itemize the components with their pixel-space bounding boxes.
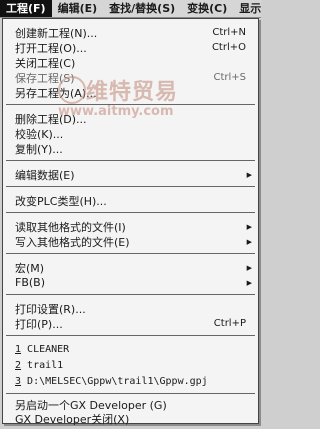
menu-item-read-other-format[interactable]: 读取其他格式的文件(I) ▶ [3, 219, 258, 234]
menu-item-label: 校验(K)... [15, 127, 64, 141]
menu-separator [6, 253, 255, 254]
menu-separator [6, 393, 255, 394]
menu-convert[interactable]: 变换(C) [181, 0, 233, 17]
menu-item-recent-1[interactable]: 1 CLEANER [3, 342, 258, 357]
menu-item-recent-2[interactable]: 2 trail1 [3, 358, 258, 373]
menu-item-label: GX Developer关闭(X) [15, 412, 130, 426]
menu-item-label: 读取其他格式的文件(I) [15, 220, 126, 234]
menu-item-save-as[interactable]: 另存工程为(A)... [3, 85, 258, 100]
submenu-arrow-icon: ▶ [246, 222, 252, 231]
submenu-arrow-icon: ▶ [246, 278, 252, 287]
recent-file-label: 3 D:\MELSEC\Gppw\trail1\Gppw.gpj [15, 376, 208, 387]
menu-item-print[interactable]: 打印(P)... Ctrl+P [3, 316, 258, 331]
menu-item-label: 打印设置(R)... [15, 302, 86, 316]
menu-item-label: FB(B) [15, 276, 46, 289]
menu-item-label: 删除工程(D)... [15, 112, 87, 126]
menu-item-save-project[interactable]: 保存工程(S) Ctrl+S [3, 70, 258, 85]
submenu-arrow-icon: ▶ [246, 263, 252, 272]
submenu-arrow-icon: ▶ [246, 237, 252, 246]
menu-item-shortcut: Ctrl+O [211, 42, 246, 53]
menu-bar: 工程(F) 编辑(E) 查找/替换(S) 变换(C) 显示 [0, 0, 261, 18]
menu-item-close-project[interactable]: 关闭工程(C) [3, 55, 258, 70]
menu-item-open-project[interactable]: 打开工程(O)... Ctrl+O [3, 40, 258, 55]
menu-item-shortcut: Ctrl+S [213, 72, 246, 83]
menu-item-label: 改变PLC类型(H)... [15, 194, 107, 208]
menu-item-copy[interactable]: 复制(Y)... [3, 141, 258, 156]
menu-view[interactable]: 显示 [233, 0, 261, 17]
menu-item-exit[interactable]: GX Developer关闭(X) [3, 411, 258, 426]
menu-item-print-setup[interactable]: 打印设置(R)... [3, 301, 258, 316]
menu-separator [6, 294, 255, 295]
submenu-arrow-icon: ▶ [246, 170, 252, 179]
menu-item-label: 打开工程(O)... [15, 41, 87, 55]
menu-item-shortcut: Ctrl+P [213, 318, 246, 329]
menu-item-label: 另存工程为(A)... [15, 86, 97, 100]
menu-item-label: 打印(P)... [15, 317, 63, 331]
menu-item-verify[interactable]: 校验(K)... [3, 126, 258, 141]
menu-item-label: 写入其他格式的文件(E) [15, 235, 130, 249]
menu-item-macro[interactable]: 宏(M) ▶ [3, 260, 258, 275]
menu-item-label: 编辑数据(E) [15, 168, 75, 182]
menu-item-edit-data[interactable]: 编辑数据(E) ▶ [3, 167, 258, 182]
menu-item-delete-project[interactable]: 删除工程(D)... [3, 111, 258, 126]
menu-item-label: 复制(Y)... [15, 142, 63, 156]
menu-item-shortcut: Ctrl+N [212, 27, 246, 38]
menu-separator [6, 104, 255, 105]
menu-separator [6, 212, 255, 213]
menu-item-fb[interactable]: FB(B) ▶ [3, 275, 258, 290]
menu-item-label: 保存工程(S) [15, 71, 75, 85]
menu-item-recent-3[interactable]: 3 D:\MELSEC\Gppw\trail1\Gppw.gpj [3, 374, 258, 389]
recent-file-label: 1 CLEANER [15, 344, 70, 355]
menu-item-new-project[interactable]: 创建新工程(N)... Ctrl+N [3, 25, 258, 40]
menu-separator [6, 186, 255, 187]
menu-item-label: 关闭工程(C) [15, 56, 76, 70]
menu-item-change-plc-type[interactable]: 改变PLC类型(H)... [3, 193, 258, 208]
menu-item-label: 宏(M) [15, 261, 45, 275]
menu-item-label: 创建新工程(N)... [15, 26, 98, 40]
menu-separator [6, 335, 255, 336]
project-dropdown-menu: 创建新工程(N)... Ctrl+N 打开工程(O)... Ctrl+O 关闭工… [2, 18, 259, 426]
menu-separator [6, 160, 255, 161]
menu-edit[interactable]: 编辑(E) [52, 0, 104, 17]
menu-project[interactable]: 工程(F) [0, 0, 52, 17]
recent-file-label: 2 trail1 [15, 360, 64, 371]
menu-item-write-other-format[interactable]: 写入其他格式的文件(E) ▶ [3, 234, 258, 249]
menu-find-replace[interactable]: 查找/替换(S) [103, 0, 181, 17]
